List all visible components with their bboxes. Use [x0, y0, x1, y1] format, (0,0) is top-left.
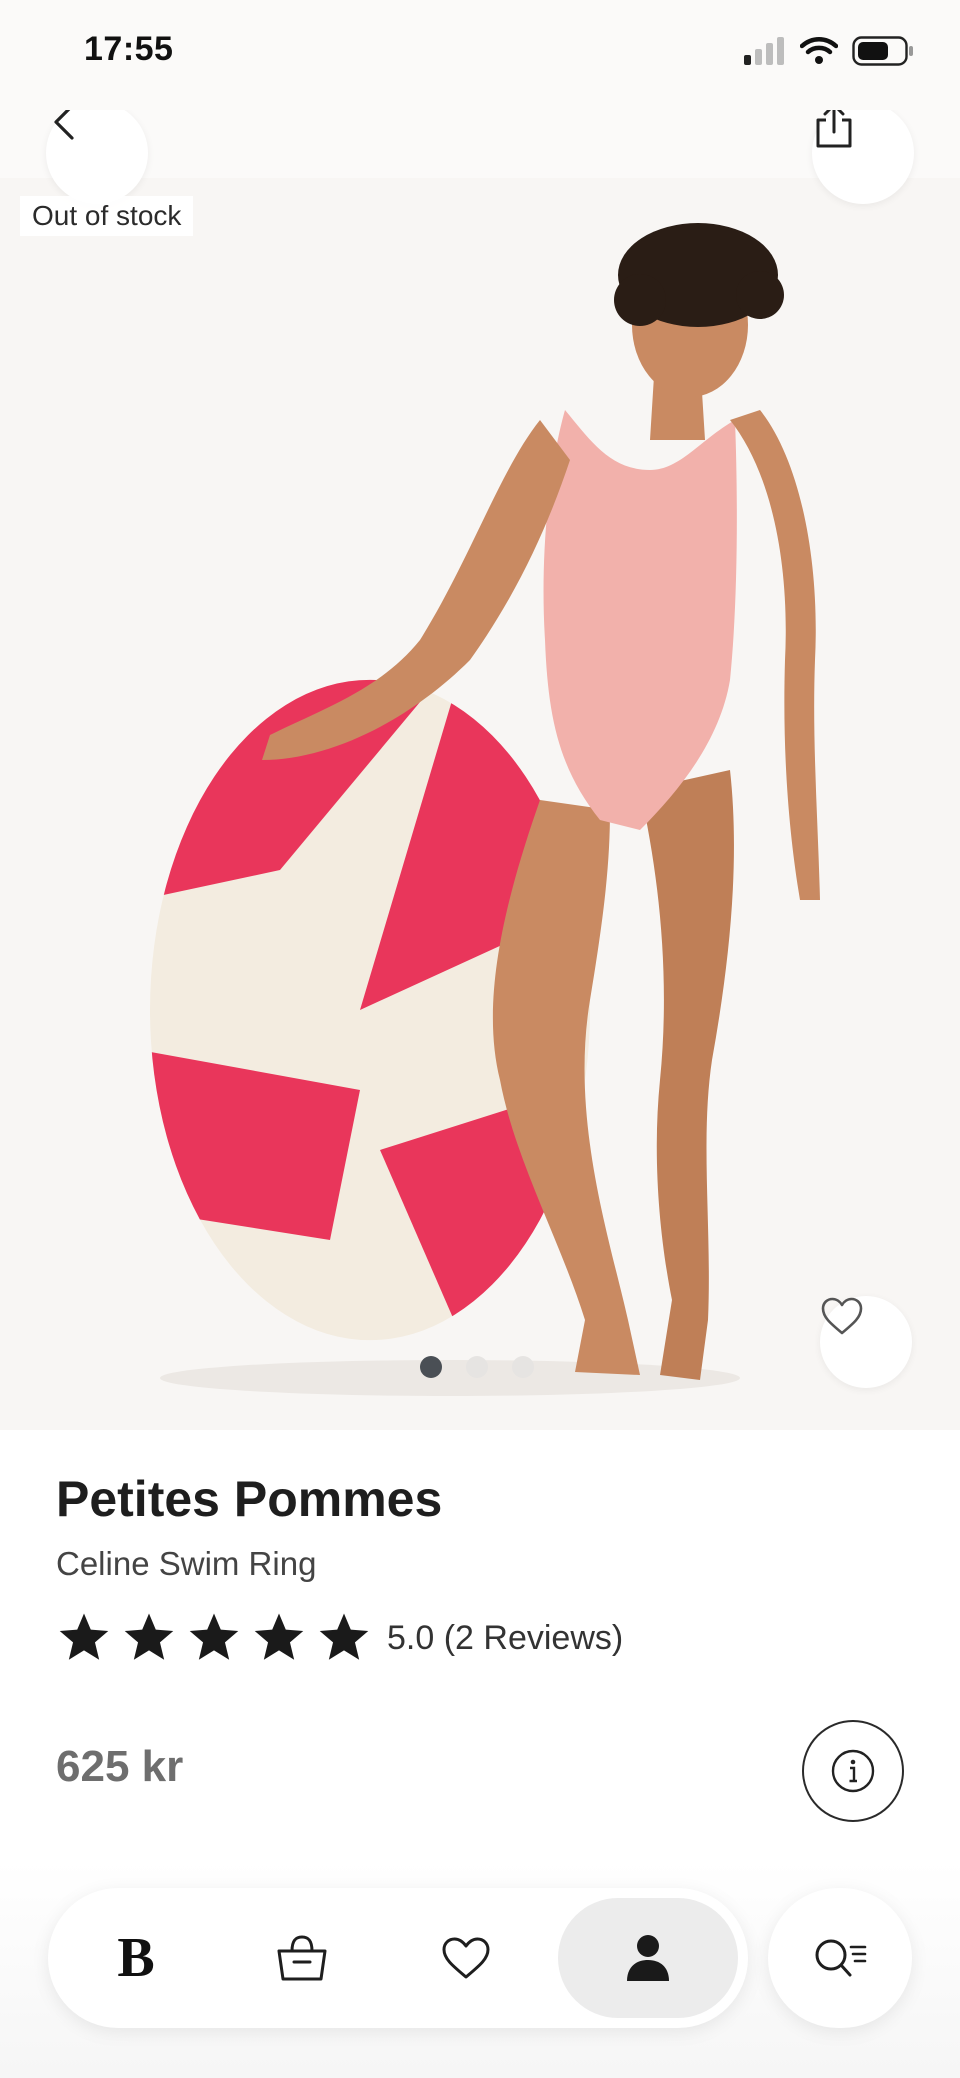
bag-icon	[277, 1935, 327, 1981]
favorite-button[interactable]	[820, 1296, 912, 1388]
star-icon	[189, 1613, 239, 1660]
wifi-icon	[800, 37, 838, 64]
carousel-dot[interactable]	[512, 1356, 534, 1378]
back-button[interactable]	[46, 102, 148, 204]
carousel-dot[interactable]	[466, 1356, 488, 1378]
info-icon	[831, 1749, 875, 1793]
bottom-nav: B	[48, 1888, 748, 2028]
star-icon	[59, 1613, 109, 1660]
product-name: Celine Swim Ring	[56, 1545, 317, 1582]
heart-icon	[821, 1297, 863, 1335]
star-icon	[254, 1613, 304, 1660]
price-info-button[interactable]	[802, 1720, 904, 1822]
product-image[interactable]: Out of stock	[0, 0, 960, 1430]
status-time: 17:55	[84, 30, 174, 68]
product-brand: Petites Pommes	[56, 1471, 443, 1527]
nav-profile[interactable]	[558, 1898, 738, 2018]
search-button[interactable]	[768, 1888, 912, 2028]
profile-icon	[627, 1935, 669, 1981]
stock-badge: Out of stock	[20, 196, 194, 236]
nav-home[interactable]: B	[46, 1898, 226, 2018]
nav-bag[interactable]	[212, 1898, 392, 2018]
battery-icon	[852, 36, 913, 66]
status-icons	[744, 36, 914, 66]
signal-icon	[744, 37, 784, 65]
brand-logo: B	[117, 1927, 155, 1989]
status-bar: 17:55	[0, 0, 960, 110]
search-filter-icon	[815, 1939, 867, 1977]
carousel-dot[interactable]	[420, 1356, 442, 1378]
rating-text: 5.0 (2 Reviews)	[387, 1618, 624, 1657]
star-icon	[319, 1613, 369, 1660]
heart-icon	[442, 1937, 490, 1979]
share-button[interactable]	[812, 102, 914, 204]
rating-row[interactable]: 5.0 (2 Reviews)	[56, 1610, 623, 1666]
carousel-indicator[interactable]	[420, 1356, 534, 1378]
product-price: 625 kr	[56, 1742, 184, 1791]
nav-favorites[interactable]	[376, 1898, 556, 2018]
star-icon	[124, 1613, 174, 1660]
